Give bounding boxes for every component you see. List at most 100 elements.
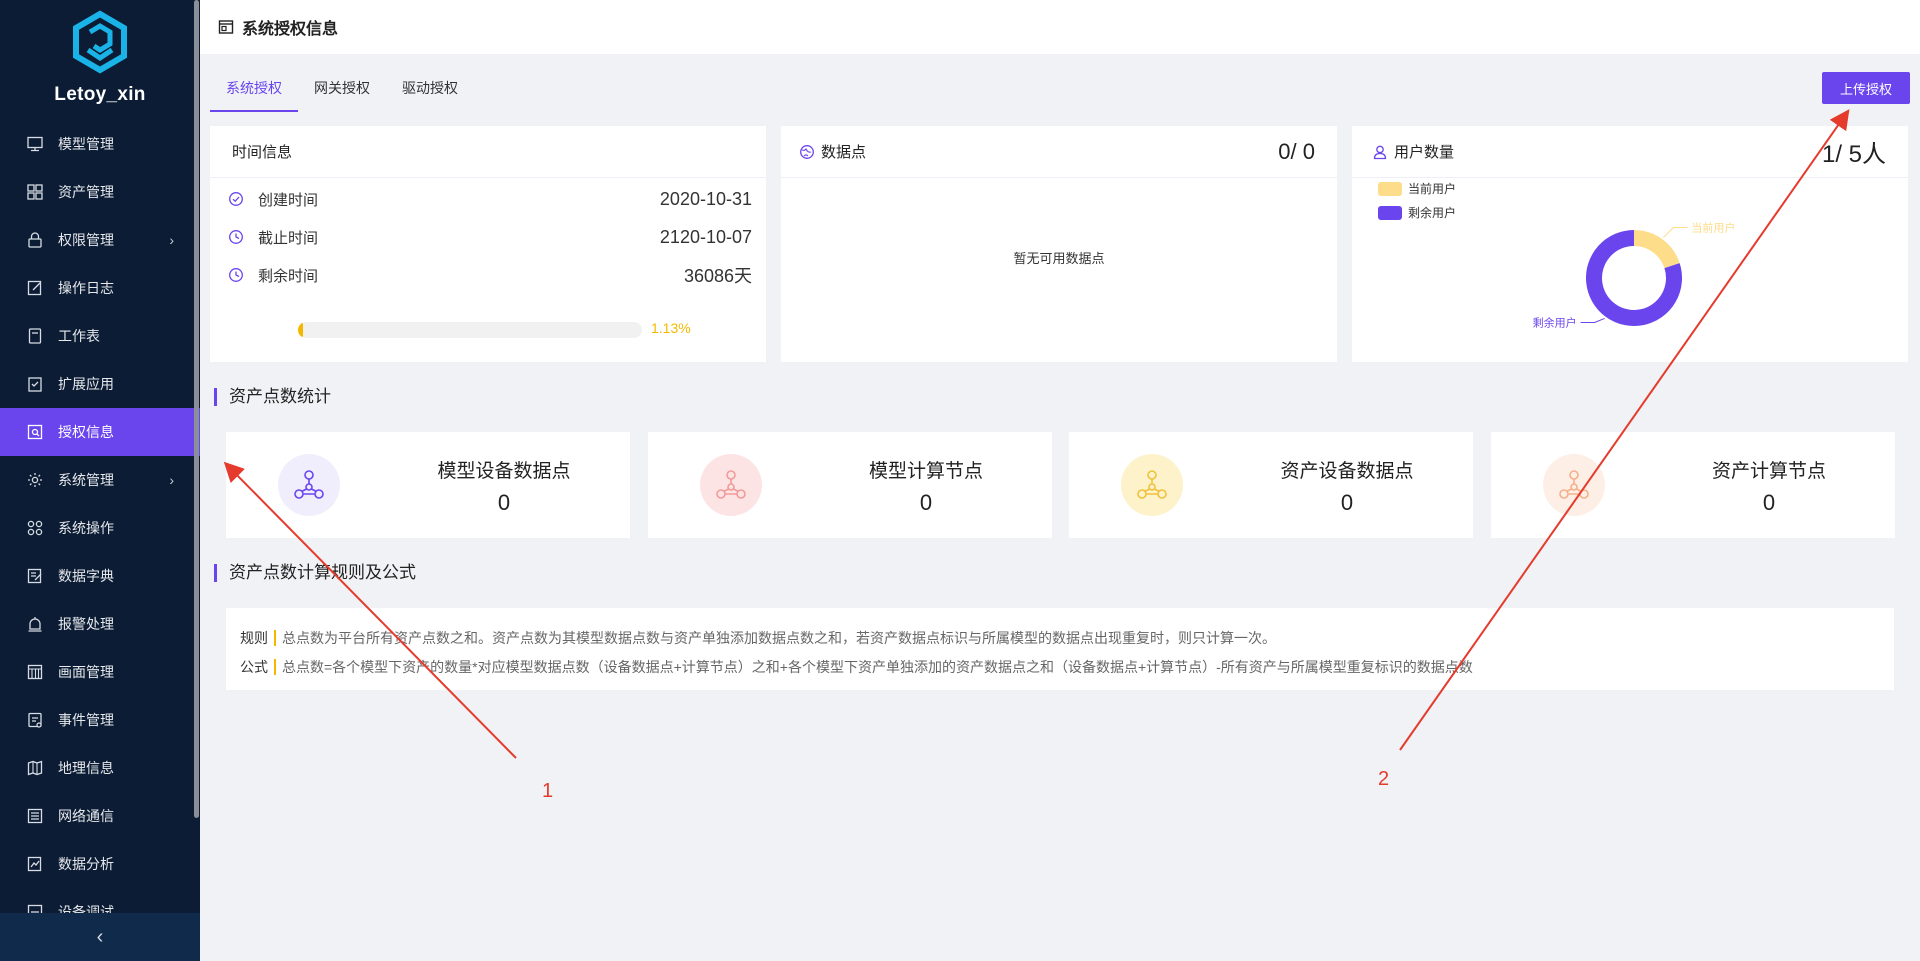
sidebar-item-label: 操作日志	[58, 280, 114, 296]
asset-stats-title: 资产点数统计	[214, 388, 331, 406]
sidebar-item-label: 授权信息	[58, 424, 114, 440]
sidebar-item-label: 权限管理	[58, 232, 114, 248]
sidebar-item-dictionary[interactable]: 数据字典	[0, 552, 200, 600]
chevron-right-icon: ›	[169, 472, 174, 488]
donut-label-line	[1663, 227, 1688, 238]
screen-icon	[26, 663, 44, 681]
page-title: 系统授权信息	[242, 21, 339, 38]
card-title: 用户数量	[1394, 144, 1455, 161]
formula-line: 公式 总点数=各个模型下资产的数量*对应模型数据点数（设备数据点+计算节点）之和+…	[240, 653, 1880, 682]
empty-state-text: 暂无可用数据点	[1013, 251, 1105, 266]
stat-value: 0	[919, 490, 933, 515]
sidebar-item-label: 事件管理	[58, 712, 114, 728]
sidebar-item-label: 工作表	[58, 328, 100, 344]
license-window-icon	[218, 20, 234, 34]
sidebar-item-analysis[interactable]: 数据分析	[0, 840, 200, 888]
card-header: 时间信息	[210, 126, 766, 178]
legend-item-current[interactable]: 当前用户	[1378, 180, 1456, 197]
sidebar: Letoy_xin 模型管理 资产管理 权限管理 › 操作日志 工作表 扩展应用 授权信息 系统…	[0, 0, 200, 961]
separator	[274, 630, 276, 646]
sidebar-menu: 模型管理 资产管理 权限管理 › 操作日志 工作表 扩展应用 授权信息 系统管理 › 系统操作 数据字…	[0, 120, 200, 916]
license-icon	[26, 423, 44, 441]
chevron-left-icon: ‹	[96, 925, 104, 948]
sidebar-item-clipboard-check[interactable]: 扩展应用	[0, 360, 200, 408]
clock-icon	[229, 268, 243, 282]
time-progress-bar	[298, 322, 642, 338]
logo[interactable]: Letoy_xin	[0, 0, 200, 118]
sidebar-item-label: 报警处理	[58, 616, 114, 632]
sidebar-item-grid[interactable]: 资产管理	[0, 168, 200, 216]
stat-value: 0	[1340, 490, 1354, 515]
dictionary-icon	[26, 567, 44, 585]
row-label: 截止时间	[258, 229, 319, 247]
created-time-row: 创建时间 2020-10-31	[228, 184, 752, 214]
alarm-icon	[26, 615, 44, 633]
sidebar-item-label: 网络通信	[58, 808, 114, 824]
donut-label: 当前用户	[1691, 221, 1735, 235]
sidebar-item-model[interactable]: 模型管理	[0, 120, 200, 168]
sidebar-item-screen[interactable]: 画面管理	[0, 648, 200, 696]
annotation-label-2: 2	[1378, 768, 1390, 790]
clipboard-check-icon	[26, 375, 44, 393]
model-icon	[26, 135, 44, 153]
created-time-value: 2020-10-31	[659, 188, 752, 209]
card-header: 数据点 0/ 0	[781, 126, 1337, 178]
user-donut-chart: 当前用户剩余用户	[1533, 221, 1736, 330]
rule-line: 规则 总点数为平台所有资产点数之和。资产点数为其模型数据点数与资产单独添加数据点数…	[240, 624, 1880, 653]
stat-card: 模型计算节点 0	[648, 432, 1052, 538]
sidebar-item-license[interactable]: 授权信息	[0, 408, 200, 456]
stat-title: 模型计算节点	[868, 461, 983, 482]
sidebar-item-label: 资产管理	[58, 184, 114, 200]
tab-gateway-auth[interactable]: 网关授权	[298, 68, 386, 112]
network-icon	[26, 807, 44, 825]
analysis-icon	[26, 855, 44, 873]
nodes-icon	[294, 470, 324, 499]
sidebar-item-map[interactable]: 地理信息	[0, 744, 200, 792]
tab-driver-auth[interactable]: 驱动授权	[386, 68, 474, 112]
donut-slice[interactable]	[1633, 230, 1680, 269]
sidebar-item-worksheet[interactable]: 工作表	[0, 312, 200, 360]
row-label: 创建时间	[258, 191, 319, 209]
sidebar-item-network[interactable]: 网络通信	[0, 792, 200, 840]
edit-log-icon	[26, 279, 44, 297]
sidebar-item-event[interactable]: 事件管理	[0, 696, 200, 744]
separator	[274, 659, 276, 675]
sidebar-item-debug[interactable]: 设备调试	[0, 888, 200, 916]
card-title: 数据点	[821, 144, 867, 161]
sidebar-item-gear[interactable]: 系统管理 ›	[0, 456, 200, 504]
donut-label: 剩余用户	[1533, 315, 1577, 329]
rule-label: 规则	[240, 630, 268, 646]
lock-icon	[26, 231, 44, 249]
sidebar-item-label: 数据字典	[58, 568, 114, 584]
sidebar-item-label: 系统操作	[58, 520, 114, 536]
nodes-icon	[1137, 470, 1167, 499]
sidebar-item-label: 画面管理	[58, 664, 114, 680]
rules-box: 规则 总点数为平台所有资产点数之和。资产点数为其模型数据点数与资产单独添加数据点数…	[226, 608, 1894, 690]
upload-license-button[interactable]: 上传授权	[1822, 72, 1910, 104]
sidebar-item-label: 系统管理	[58, 472, 114, 488]
check-circle-icon	[229, 192, 243, 206]
legend-item-remaining[interactable]: 剩余用户	[1378, 204, 1456, 221]
page-header: 系统授权信息	[200, 0, 1920, 54]
legend-swatch	[1378, 205, 1402, 220]
collapse-sidebar-button[interactable]: ‹	[0, 913, 200, 961]
tab-system-auth[interactable]: 系统授权	[210, 68, 298, 112]
stat-icon-circle	[1121, 454, 1183, 516]
event-icon	[26, 711, 44, 729]
grid-icon	[26, 183, 44, 201]
sidebar-item-lock[interactable]: 权限管理 ›	[0, 216, 200, 264]
formula-label: 公式	[240, 659, 268, 675]
sidebar-item-dots-grid[interactable]: 系统操作	[0, 504, 200, 552]
progress-percent: 1.13%	[651, 320, 691, 336]
map-icon	[26, 759, 44, 777]
sidebar-scrollbar[interactable]	[194, 0, 199, 818]
sidebar-item-alarm[interactable]: 报警处理	[0, 600, 200, 648]
datapoint-card: 数据点 0/ 0 暂无可用数据点	[781, 126, 1337, 362]
dots-grid-icon	[26, 519, 44, 537]
stat-title: 模型设备数据点	[437, 461, 571, 482]
legend-label: 当前用户	[1408, 182, 1457, 196]
globe-icon	[800, 144, 814, 159]
stat-value: 0	[1762, 490, 1776, 515]
sidebar-item-edit-log[interactable]: 操作日志	[0, 264, 200, 312]
stat-value: 0	[497, 490, 511, 515]
